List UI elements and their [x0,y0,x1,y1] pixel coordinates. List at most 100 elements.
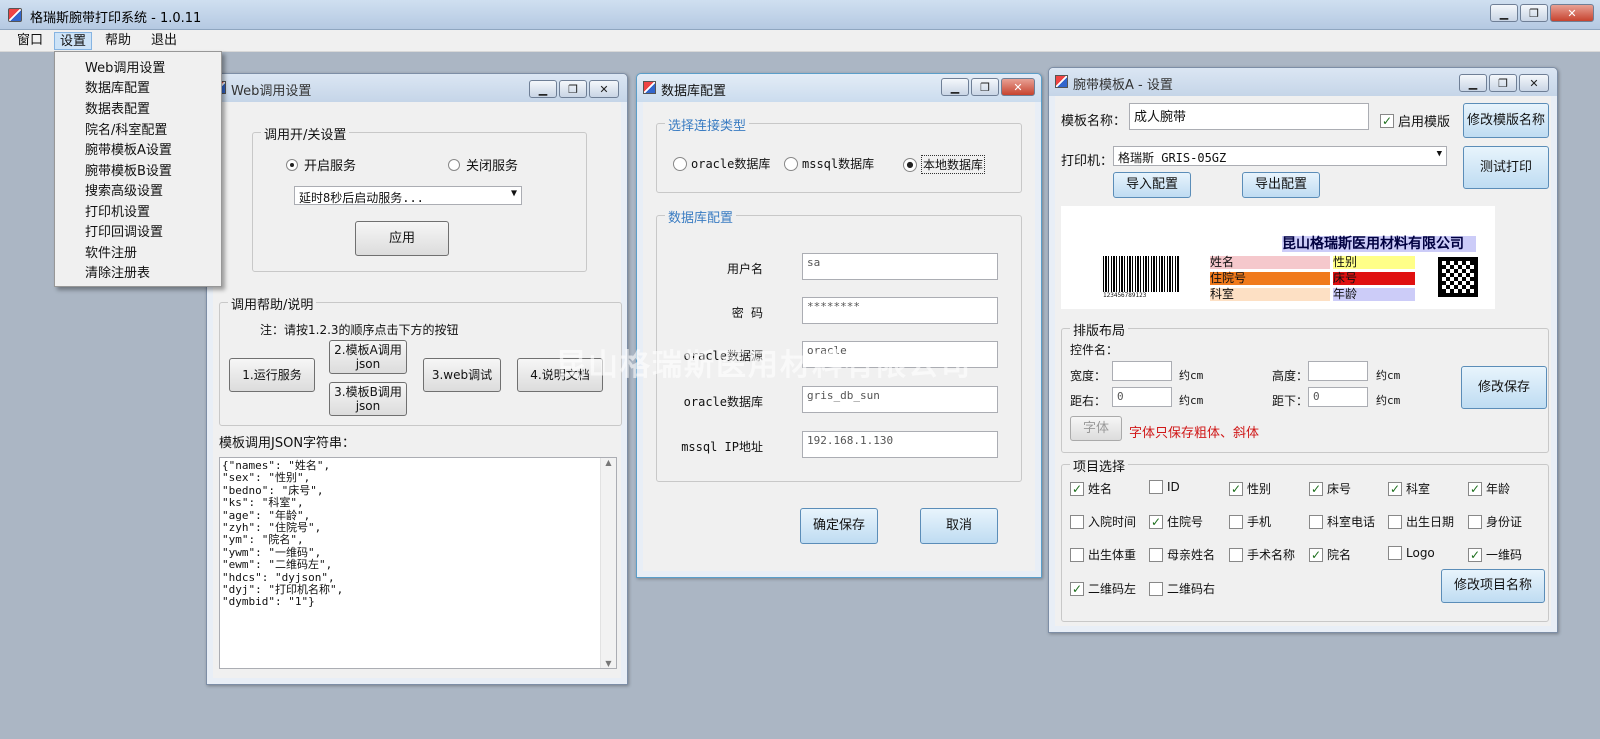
checkbox-icon [1149,547,1163,562]
item-checkbox[interactable]: ID [1149,480,1180,494]
menu-item-table-config[interactable]: 数据表配置 [85,98,150,117]
json-line: "ks": "科室", [222,496,304,510]
radio-selected-icon: ● [903,157,917,172]
menu-window[interactable]: 窗口 [12,32,48,50]
radio-service-off[interactable]: 关闭服务 [448,155,518,174]
minimize-icon[interactable]: ▁ [529,80,557,98]
json-scrollbar[interactable]: ▲ ▼ [600,458,616,668]
item-checkbox-label: 科室 [1406,482,1431,496]
export-config-button[interactable]: 导出配置 [1242,172,1320,198]
test-print-button[interactable]: 测试打印 [1463,146,1549,189]
oracle-db-input[interactable]: gris_db_sun [802,386,998,413]
rename-items-button[interactable]: 修改项目名称 [1441,569,1545,603]
scroll-down-icon[interactable]: ▼ [601,659,616,668]
mssql-ip-input[interactable]: 192.168.1.130 [802,431,998,458]
preview-field-sex: 性别 [1333,256,1415,269]
font-button[interactable]: 字体 [1070,416,1122,441]
width-input[interactable] [1112,361,1172,381]
item-checkbox[interactable]: ✓ 住院号 [1149,513,1203,530]
minimize-icon[interactable]: ▁ [941,78,969,96]
run-service-button[interactable]: 1.运行服务 [229,358,315,392]
printer-select[interactable]: 格瑞斯 GRIS-05GZ ▼ [1113,146,1447,166]
minimize-icon[interactable]: ▁ [1459,74,1487,92]
template-b-json-button[interactable]: 3.模板B调用json [329,382,407,416]
close-icon[interactable]: ✕ [1001,78,1035,96]
maximize-icon[interactable]: ❐ [1489,74,1517,92]
item-checkbox[interactable]: Logo [1388,546,1435,560]
db-window-body: 选择连接类型 oracle数据库 mssql数据库 ● 本地数据库 数据库配置 用… [643,102,1035,571]
radio-service-on[interactable]: 开启服务 [286,155,356,174]
menu-help[interactable]: 帮助 [100,32,136,50]
item-checkbox[interactable]: 入院时间 [1070,513,1136,530]
menu-item-clear-registry[interactable]: 清除注册表 [85,262,150,281]
item-checkbox-label: 出生日期 [1406,515,1455,529]
conn-local-option[interactable]: ● 本地数据库 [903,155,986,174]
item-checkbox[interactable]: 身份证 [1468,513,1522,530]
item-checkbox[interactable]: 二维码右 [1149,580,1215,597]
switch-group: 调用开/关设置 开启服务 关闭服务 延时8秒后启动服务... ▼ 应用 [252,124,587,272]
menu-item-template-a[interactable]: 腕带模板A设置 [85,139,172,158]
font-note: 字体只保存粗体、斜体 [1129,426,1260,441]
item-checkbox[interactable]: ✓ 性别 [1229,480,1271,497]
item-checkbox-label: 年龄 [1486,482,1511,496]
height-input[interactable] [1308,361,1368,381]
menu-item-template-b[interactable]: 腕带模板B设置 [85,160,172,179]
item-checkbox[interactable]: ✓ 二维码左 [1070,580,1136,597]
web-debug-button[interactable]: 3.web调试 [423,358,501,392]
tpl-window-controls: ▁ ❐ ✕ [1459,74,1549,92]
item-checkbox[interactable]: ✓ 年龄 [1468,480,1510,497]
menu-exit[interactable]: 退出 [146,32,182,50]
close-icon[interactable]: ✕ [1550,4,1594,22]
username-input[interactable]: sa [802,253,998,280]
cancel-button[interactable]: 取消 [920,508,998,544]
bottom-margin-input[interactable]: 0 [1308,387,1368,407]
menu-item-web-settings[interactable]: Web调用设置 [85,57,165,76]
item-checkbox[interactable]: 出生体重 [1070,546,1136,563]
scroll-up-icon[interactable]: ▲ [601,458,616,467]
template-a-json-button[interactable]: 2.模板A调用json [329,340,407,374]
item-checkbox[interactable]: ✓ 一维码 [1468,546,1522,563]
template-name-input[interactable]: 成人腕带 [1129,103,1369,130]
item-checkbox[interactable]: 出生日期 [1388,513,1454,530]
item-checkbox[interactable]: 手术名称 [1229,546,1295,563]
item-checkbox[interactable]: ✓ 科室 [1388,480,1430,497]
wristband-preview: 昆山格瑞斯医用材料有限公司 123456789123 姓名 性别 住院号 床号 … [1061,206,1495,309]
conn-mssql-option[interactable]: mssql数据库 [784,155,874,172]
maximize-icon[interactable]: ❐ [971,78,999,96]
item-checkbox[interactable]: ✓ 姓名 [1070,480,1112,497]
menu-settings[interactable]: 设置 [54,32,93,50]
item-checkbox[interactable]: ✓ 床号 [1309,480,1351,497]
maximize-icon[interactable]: ❐ [1520,4,1548,22]
conn-local-label: 本地数据库 [921,155,986,174]
conn-oracle-option[interactable]: oracle数据库 [673,155,770,172]
save-button[interactable]: 确定保存 [800,508,878,544]
import-config-button[interactable]: 导入配置 [1113,172,1191,198]
close-icon[interactable]: ✕ [1519,74,1549,92]
apply-button[interactable]: 应用 [355,221,449,256]
menu-item-advanced-search[interactable]: 搜索高级设置 [85,180,163,199]
menu-item-hospital-dept[interactable]: 院名/科室配置 [85,119,167,138]
menu-item-register[interactable]: 软件注册 [85,242,137,261]
web-window-titlebar: Web调用设置 ▁ ❐ ✕ [207,74,627,102]
menu-item-print-callback[interactable]: 打印回调设置 [85,221,163,240]
control-name-label: 控件名： [1070,343,1119,357]
enable-template-checkbox[interactable]: ✓ 启用模版 [1380,111,1450,130]
menu-item-printer[interactable]: 打印机设置 [85,201,150,220]
maximize-icon[interactable]: ❐ [559,80,587,98]
items-group: 项目选择 ✓ 姓名 ID ✓ 性别 ✓ 床号 ✓ 科室 ✓ 年龄 入院时间 ✓ 住院号 手机 科室电话 出生日期… [1061,456,1549,622]
checkbox-icon [1149,480,1163,494]
rename-template-button[interactable]: 修改模版名称 [1463,103,1549,138]
delay-select[interactable]: 延时8秒后启动服务... ▼ [294,186,522,205]
menu-item-db-config[interactable]: 数据库配置 [85,77,150,96]
item-checkbox[interactable]: 手机 [1229,513,1271,530]
item-checkbox[interactable]: 母亲姓名 [1149,546,1215,563]
json-textarea[interactable]: {"names": "姓名", "sex": "性别", "bedno": "床号"… [219,457,617,669]
item-checkbox[interactable]: 科室电话 [1309,513,1375,530]
item-checkbox[interactable]: ✓ 院名 [1309,546,1351,563]
password-input[interactable]: ******** [802,297,998,324]
item-checkbox-label: 科室电话 [1327,515,1376,529]
close-icon[interactable]: ✕ [589,80,619,98]
right-margin-input[interactable]: 0 [1112,387,1172,407]
minimize-icon[interactable]: ▁ [1490,4,1518,22]
save-layout-button[interactable]: 修改保存 [1461,366,1547,409]
